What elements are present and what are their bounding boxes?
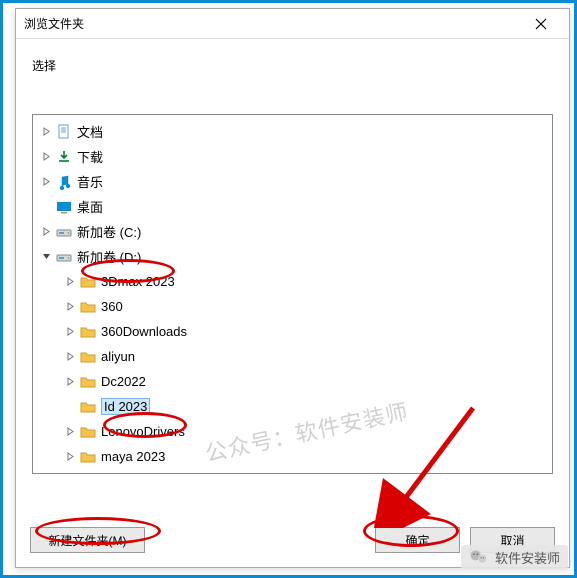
chevron-right-icon[interactable]	[63, 375, 77, 389]
tree-item[interactable]: aliyun	[33, 344, 552, 369]
tree-item-label: aliyun	[101, 349, 135, 364]
tree-item-label: 新加卷 (D:)	[77, 247, 141, 266]
tree-item-label: 桌面	[77, 197, 103, 216]
tree-item-label: 下载	[77, 147, 103, 166]
tree-item-label: 360Downloads	[101, 324, 187, 339]
tree-item-label: 新加卷 (C:)	[77, 222, 141, 241]
drive-icon	[55, 248, 73, 266]
footer-text: 软件安装师	[495, 548, 560, 567]
tree-item[interactable]: 新加卷 (C:)	[33, 219, 552, 244]
new-folder-button[interactable]: 新建文件夹(M)	[30, 527, 145, 553]
tree-item[interactable]: 新加卷 (D:)	[33, 244, 552, 269]
chevron-right-icon[interactable]	[39, 175, 53, 189]
tree-item[interactable]: LenovoDrivers	[33, 419, 552, 444]
chevron-right-icon[interactable]	[63, 325, 77, 339]
chevron-right-icon[interactable]	[63, 450, 77, 464]
document-icon	[55, 123, 73, 141]
tree-item-label: LenovoDrivers	[101, 424, 185, 439]
dialog-title: 浏览文件夹	[24, 15, 521, 32]
folder-icon	[79, 273, 97, 291]
titlebar: 浏览文件夹	[16, 9, 569, 39]
tree-item[interactable]: 3Dmax 2023	[33, 269, 552, 294]
chevron-right-icon[interactable]	[39, 125, 53, 139]
tree-item-label: 文档	[77, 122, 103, 141]
tree-item[interactable]: 桌面	[33, 194, 552, 219]
folder-icon	[79, 323, 97, 341]
folder-icon	[79, 448, 97, 466]
dialog-subtitle: 选择	[16, 39, 569, 84]
tree-item[interactable]: maya 2023	[33, 444, 552, 469]
tree-item[interactable]: 文档	[33, 119, 552, 144]
tree-item[interactable]: 音乐	[33, 169, 552, 194]
chevron-right-icon[interactable]	[63, 300, 77, 314]
chevron-right-icon	[63, 400, 77, 414]
folder-icon	[79, 348, 97, 366]
folder-icon	[79, 423, 97, 441]
footer-badge: 软件安装师	[461, 545, 568, 569]
tree-item-label: maya 2023	[101, 449, 165, 464]
chevron-right-icon	[39, 200, 53, 214]
folder-icon	[79, 373, 97, 391]
tree-item-label: 音乐	[77, 172, 103, 191]
desktop-icon	[55, 198, 73, 216]
tree-item[interactable]: 360	[33, 294, 552, 319]
tree-item-label: 3Dmax 2023	[101, 274, 175, 289]
chevron-right-icon[interactable]	[39, 150, 53, 164]
folder-tree[interactable]: 文档下载音乐桌面新加卷 (C:) 新加卷 (D:) 3Dmax 2023 360 360…	[32, 114, 553, 474]
tree-item[interactable]: Id 2023	[33, 394, 552, 419]
download-icon	[55, 148, 73, 166]
wechat-icon	[469, 547, 489, 567]
folder-icon	[79, 298, 97, 316]
music-icon	[55, 173, 73, 191]
tree-item[interactable]: Dc2022	[33, 369, 552, 394]
close-button[interactable]	[521, 10, 561, 38]
ok-button[interactable]: 确定	[375, 527, 460, 553]
drive-icon	[55, 223, 73, 241]
folder-icon	[79, 398, 97, 416]
chevron-right-icon[interactable]	[63, 350, 77, 364]
tree-item-label: 360	[101, 299, 123, 314]
tree-item-label: Dc2022	[101, 374, 146, 389]
close-icon	[535, 18, 547, 30]
tree-item[interactable]: 360Downloads	[33, 319, 552, 344]
tree-item-label: Id 2023	[101, 398, 150, 415]
browse-folder-dialog: 浏览文件夹 选择 文档下载音乐桌面新加卷 (C:) 新加卷 (D:) 3Dmax 2…	[15, 8, 570, 568]
chevron-down-icon[interactable]	[39, 250, 53, 264]
tree-item[interactable]: 下载	[33, 144, 552, 169]
chevron-right-icon[interactable]	[63, 275, 77, 289]
chevron-right-icon[interactable]	[39, 225, 53, 239]
chevron-right-icon[interactable]	[63, 425, 77, 439]
